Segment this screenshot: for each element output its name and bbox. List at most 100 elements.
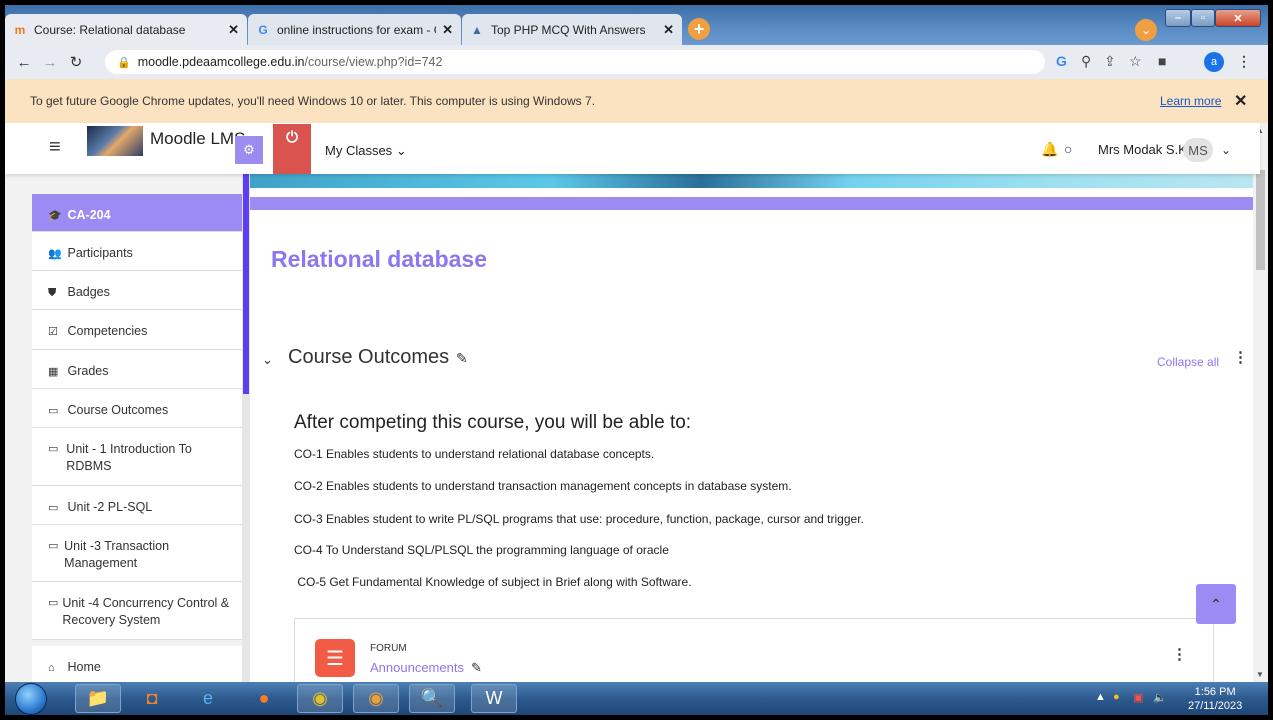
chat-icon[interactable]: ○ [1064,141,1072,157]
bookmark-star-icon[interactable]: ☆ [1129,53,1142,70]
volume-icon[interactable]: 🔈 [1153,691,1167,704]
tab-search-button[interactable]: ⌄ [1135,19,1157,41]
outcome-item: CO-1 Enables students to understand rela… [294,447,655,461]
sidebar-item-label: Home [67,660,101,674]
sidebar-item-unit-1[interactable]: ▭ Unit - 1 Introduction To RDBMS [32,428,242,486]
chrome-icon[interactable]: ◉ [297,684,343,713]
file-explorer-icon[interactable]: 📁 [75,684,121,713]
sidebar-item-course-outcomes[interactable]: ▭ Course Outcomes [32,389,242,428]
zoom-icon[interactable]: ⚲ [1081,53,1091,70]
sidebar-item-label: Badges [67,285,110,299]
sidebar-item-label: Unit -4 Concurrency Control & Recovery S… [62,596,230,627]
sidebar-item-badges[interactable]: ⛊ Badges [32,271,242,310]
tab-label: online instructions for exam - Go [277,22,437,37]
browser-tab-course[interactable]: m Course: Relational database ✕ [5,14,247,45]
back-icon[interactable]: ← [11,54,37,71]
sidebar-item-competencies[interactable]: ☑ Competencies [32,310,242,350]
internet-explorer-icon[interactable]: e [185,684,231,713]
moodle-icon: m [14,22,26,37]
outcome-item: CO-5 Get Fundamental Knowledge of subjec… [294,575,692,589]
moodle-navbar: ≡ Moodle LMS. ⚙ ⏻ My Classes ⌄ 🔔 ○ Mrs M… [5,123,1260,174]
close-icon[interactable]: ✕ [663,22,674,38]
power-button[interactable]: ⏻ [273,124,311,174]
system-clock[interactable]: 1:56 PM 27/11/2023 [1188,685,1242,713]
url-host: moodle.pdeaamcollege.edu.in [137,55,305,69]
url-path: /course/view.php?id=742 [304,55,443,69]
page-scroll-thumb[interactable] [1256,170,1265,270]
network-icon[interactable]: ▣ [1133,691,1143,704]
new-tab-button[interactable]: + [688,18,710,40]
kebab-menu-icon[interactable]: ⋮ [1233,348,1248,366]
kebab-menu-icon[interactable]: ⋮ [1172,645,1187,663]
folder-icon: ▭ [48,597,59,609]
word-icon[interactable]: W [471,684,517,713]
chevron-down-icon[interactable]: ⌄ [1221,143,1231,157]
sidebar-scroll-thumb[interactable] [243,174,249,394]
chevron-down-icon[interactable]: ⌄ [262,352,273,368]
scroll-down-icon[interactable]: ▼ [1256,670,1264,679]
google-icon: G [258,22,268,37]
folder-icon: ▭ [48,502,59,514]
sidebar-item-participants[interactable]: 👥 Participants [32,232,242,271]
browser-tab-google[interactable]: G online instructions for exam - Go ✕ [248,14,461,45]
folder-icon: ▭ [48,443,59,455]
sidebar-item-label: CA-204 [67,208,111,222]
back-to-top-button[interactable]: ⌃ [1196,584,1236,624]
sidebar-item-unit-3[interactable]: ▭ Unit -3 Transaction Management [32,525,242,582]
address-toolbar: ← → ↻ 🔒 moodle.pdeaamcollege.edu.in/cour… [5,45,1268,79]
forum-icon[interactable]: ☰ [315,639,355,677]
window-close-button[interactable]: ✕ [1215,9,1261,27]
firefox-icon[interactable]: ● [241,684,287,713]
menu-icon[interactable]: ≡ [49,136,61,159]
sidebar-item-home[interactable]: ⌂ Home [32,646,242,682]
forum-activity-card: ☰ FORUM Announcements ✎ ⋮ [294,618,1214,682]
maximize-button[interactable]: ▫ [1191,9,1215,27]
lock-icon: 🔒 [117,56,131,69]
settings-gear-button[interactable]: ⚙ [235,136,263,164]
user-name[interactable]: Mrs Modak S.K [1098,142,1187,157]
close-icon[interactable]: ✕ [228,22,239,38]
close-icon[interactable]: ✕ [1234,91,1247,111]
tab-label: Top PHP MCQ With Answers [491,22,646,37]
accent-bar [250,197,1253,210]
avatar[interactable]: MS [1183,138,1213,162]
folder-icon: ▭ [48,540,59,552]
office-icon[interactable]: ◘ [129,684,175,713]
pencil-icon[interactable]: ✎ [471,660,482,676]
page-scrollbar[interactable]: ▲ ▼ [1253,123,1268,682]
activity-link[interactable]: Announcements [370,660,464,675]
sidebar-item-course[interactable]: 🎓 CA-204 [32,194,242,232]
checkbox-icon: ☑ [48,326,58,338]
show-hidden-icons-icon[interactable]: ▲ [1095,691,1106,703]
folder-icon: ▭ [48,405,59,417]
section-summary-heading: After competing this course, you will be… [294,412,692,433]
share-icon[interactable]: ⇪ [1104,53,1116,70]
forward-icon[interactable]: → [37,54,63,71]
address-bar[interactable]: 🔒 moodle.pdeaamcollege.edu.in/course/vie… [105,50,1045,74]
browser-menu-icon[interactable]: ⋮ [1237,53,1251,70]
magnifier-icon[interactable]: 🔍 [409,684,455,713]
browser-tab-php[interactable]: ▲ Top PHP MCQ With Answers ✕ [462,14,682,45]
sidebar-item-label: Competencies [67,324,148,338]
close-icon[interactable]: ✕ [442,22,453,38]
profile-avatar[interactable]: a [1204,52,1224,72]
home-icon: ⌂ [48,662,55,674]
collapse-all-link[interactable]: Collapse all [1157,355,1219,369]
my-classes-menu[interactable]: My Classes ⌄ [325,143,407,159]
sidebar-item-label: Unit - 1 Introduction To RDBMS [66,442,192,473]
pencil-icon[interactable]: ✎ [456,350,468,367]
learn-more-link[interactable]: Learn more [1160,94,1221,108]
sidebar-item-unit-2[interactable]: ▭ Unit -2 PL-SQL [32,486,242,525]
bell-icon[interactable]: 🔔 [1041,141,1058,158]
minimize-button[interactable]: – [1165,9,1191,27]
chrome-profile-icon[interactable]: ◉ [353,684,399,713]
tray-app-icon[interactable]: ● [1113,691,1120,703]
google-lens-icon[interactable]: G [1056,53,1067,69]
section-title[interactable]: Course Outcomes [288,346,449,369]
site-logo[interactable] [87,126,143,156]
start-button[interactable] [15,683,47,715]
sidebar-item-unit-4[interactable]: ▭ Unit -4 Concurrency Control & Recovery … [32,582,242,640]
sidebar-item-grades[interactable]: ▦ Grades [32,350,242,389]
side-panel-icon[interactable]: ■ [1158,53,1166,69]
reload-icon[interactable]: ↻ [63,53,89,71]
